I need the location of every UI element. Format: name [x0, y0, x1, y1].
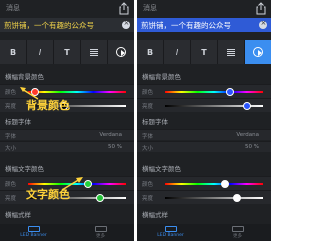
play-button[interactable] — [245, 40, 271, 64]
bg-bright-knob[interactable] — [243, 102, 251, 110]
play-button[interactable] — [108, 40, 134, 64]
tab-more[interactable]: 更多 — [67, 224, 134, 241]
bottom-tab-bar: LED Banner 更多 — [137, 224, 271, 241]
section-title-font: 标题字体 — [137, 115, 271, 126]
section-title-font: 标题字体 — [0, 115, 134, 126]
italic-button[interactable]: I — [27, 40, 54, 64]
play-icon — [253, 47, 263, 57]
tab-led-banner[interactable]: LED Banner — [137, 224, 204, 241]
section-label: 标题字体 — [142, 118, 168, 126]
bold-button[interactable]: B — [0, 40, 27, 64]
tab-more[interactable]: 更多 — [204, 224, 271, 241]
banner-icon — [164, 226, 177, 232]
annotation-bg-color: 背景颜色 — [26, 99, 70, 112]
font-name-row[interactable]: 字体 Verdana — [137, 129, 271, 140]
section-text-color: 横幅文字颜色 — [137, 162, 271, 173]
align-icon — [227, 48, 235, 56]
share-icon[interactable] — [255, 2, 267, 15]
text-hue-track[interactable] — [165, 183, 263, 185]
bg-hue-track[interactable] — [28, 91, 126, 93]
tab-label: LED Banner — [157, 233, 184, 238]
font-size-row[interactable]: 大小 50 % — [137, 141, 271, 152]
row-label: 亮度 — [5, 196, 17, 202]
message-text: 煎饼铺，一个有趣的公众号 — [141, 21, 231, 30]
row-label: 颜色 — [5, 90, 17, 96]
row-label: 大小 — [142, 146, 154, 152]
section-label: 横幅背景颜色 — [142, 73, 181, 81]
left-screen: 消息 煎饼铺，一个有趣的公众号 B I T 横幅背景颜色 颜色 亮度 — [0, 0, 134, 241]
font-size-value: 50 % — [108, 144, 122, 150]
font-name-value: Verdana — [99, 132, 122, 138]
section-style: 横幅式样 — [0, 208, 134, 219]
right-screen: 消息 煎饼铺，一个有趣的公众号 B I T 横幅背景颜色 颜色 亮度 — [137, 0, 271, 241]
section-text-color: 横幅文字颜色 — [0, 162, 134, 173]
message-input[interactable]: 煎饼铺，一个有趣的公众号 — [0, 18, 134, 32]
bottom-tab-bar: LED Banner 更多 — [0, 224, 134, 241]
italic-button[interactable]: I — [164, 40, 191, 64]
text-button[interactable]: T — [191, 40, 218, 64]
row-label: 亮度 — [5, 104, 17, 110]
section-bg-color: 横幅背景颜色 — [0, 70, 134, 81]
bg-hue-knob[interactable] — [226, 88, 234, 96]
bg-bright-row: 亮度 — [137, 98, 271, 112]
format-toolbar: B I T — [0, 40, 134, 64]
text-bright-knob[interactable] — [96, 194, 104, 202]
bg-hue-track[interactable] — [165, 91, 263, 93]
row-label: 字体 — [142, 134, 154, 140]
tab-label: 更多 — [96, 234, 105, 239]
bold-button[interactable]: B — [137, 40, 164, 64]
text-bright-row: 亮度 — [137, 190, 271, 204]
row-label: 字体 — [5, 134, 17, 140]
text-bright-track[interactable] — [165, 197, 263, 199]
text-button[interactable]: T — [54, 40, 81, 64]
banner-icon — [27, 226, 40, 232]
text-hue-knob[interactable] — [221, 180, 229, 188]
section-label: 横幅背景颜色 — [5, 73, 44, 81]
more-icon — [231, 226, 244, 232]
align-icon — [90, 48, 98, 56]
align-button[interactable] — [218, 40, 245, 64]
top-title: 消息 — [143, 4, 157, 12]
tab-label: 更多 — [233, 234, 242, 239]
text-hue-knob[interactable] — [84, 180, 92, 188]
section-label: 横幅式样 — [5, 211, 31, 219]
tab-label: LED Banner — [20, 233, 47, 238]
clear-icon[interactable] — [259, 19, 267, 29]
format-toolbar: B I T — [137, 40, 271, 64]
section-style: 横幅式样 — [137, 208, 271, 219]
row-label: 颜色 — [142, 182, 154, 188]
text-hue-row: 颜色 — [137, 176, 271, 190]
top-bar: 消息 — [137, 0, 271, 18]
section-label: 标题字体 — [5, 118, 31, 126]
section-bg-color: 横幅背景颜色 — [137, 70, 271, 81]
top-bar: 消息 — [0, 0, 134, 18]
message-input[interactable]: 煎饼铺，一个有趣的公众号 — [137, 18, 271, 32]
section-label: 横幅式样 — [142, 211, 168, 219]
row-label: 大小 — [5, 146, 17, 152]
play-icon — [116, 47, 126, 57]
font-size-value: 50 % — [245, 144, 259, 150]
align-button[interactable] — [81, 40, 108, 64]
row-label: 颜色 — [142, 90, 154, 96]
clear-icon[interactable] — [122, 19, 130, 29]
tab-led-banner[interactable]: LED Banner — [0, 224, 67, 241]
screenshot-stage: 消息 煎饼铺，一个有趣的公众号 B I T 横幅背景颜色 颜色 亮度 — [0, 0, 271, 241]
text-bright-knob[interactable] — [233, 194, 241, 202]
font-name-value: Verdana — [236, 132, 259, 138]
section-label: 横幅文字颜色 — [5, 165, 44, 173]
bg-hue-row: 颜色 — [137, 84, 271, 98]
row-label: 亮度 — [142, 104, 154, 110]
row-label: 颜色 — [5, 182, 17, 188]
share-icon[interactable] — [118, 2, 130, 15]
font-size-row[interactable]: 大小 50 % — [0, 141, 134, 152]
top-title: 消息 — [6, 4, 20, 12]
section-label: 横幅文字颜色 — [142, 165, 181, 173]
annotation-text-color: 文字颜色 — [26, 188, 70, 201]
font-name-row[interactable]: 字体 Verdana — [0, 129, 134, 140]
more-icon — [94, 226, 107, 232]
row-label: 亮度 — [142, 196, 154, 202]
message-text: 煎饼铺，一个有趣的公众号 — [4, 21, 94, 30]
